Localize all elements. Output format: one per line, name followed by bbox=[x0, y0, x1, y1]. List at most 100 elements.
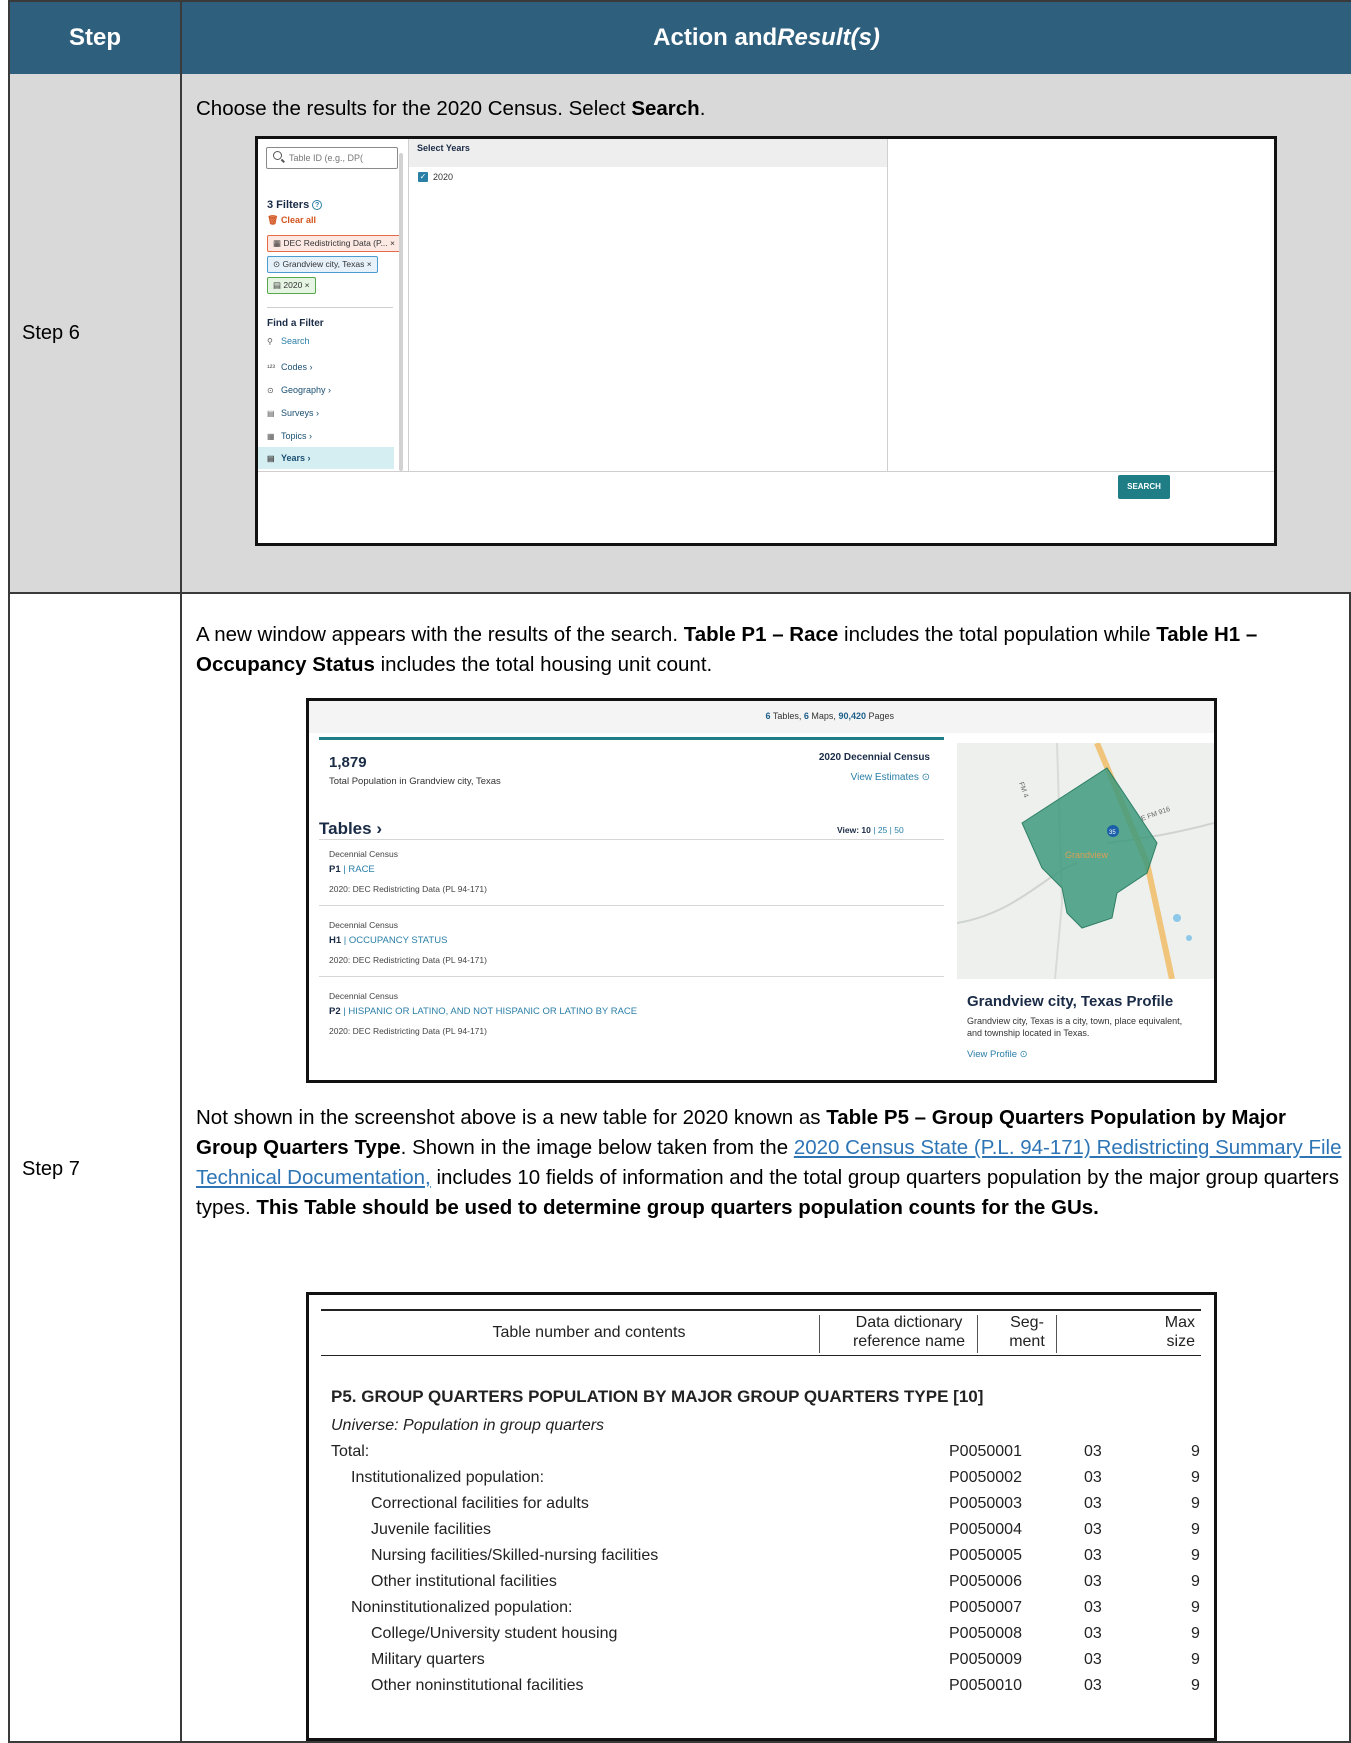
chip-geography-label: Grandview city, Texas × bbox=[282, 259, 372, 269]
year-2020-checkbox[interactable]: ✓ bbox=[418, 172, 428, 182]
result-record[interactable]: Decennial Census P2 | HISPANIC OR LATINO… bbox=[329, 991, 929, 1036]
result-record[interactable]: Decennial Census P1 | RACE 2020: DEC Red… bbox=[329, 849, 929, 894]
view-profile-link[interactable]: View Profile ⊙ bbox=[967, 1049, 1028, 1060]
row-label: College/University student housing bbox=[371, 1625, 618, 1642]
record-name: OCCUPANCY STATUS bbox=[348, 935, 448, 946]
view-50[interactable]: 50 bbox=[894, 825, 903, 835]
nav-codes[interactable]: ¹²³ Codes › bbox=[267, 362, 313, 372]
profile-card: Grandview city, Texas Profile Grandview … bbox=[957, 979, 1214, 1080]
geography-map[interactable]: 35 Grandview FM 4 E FM 916 bbox=[957, 743, 1214, 979]
row-max-size: 9 bbox=[1191, 1651, 1200, 1668]
record-title[interactable]: P1 | RACE bbox=[329, 864, 929, 875]
col-max-size: Max size bbox=[1069, 1313, 1199, 1351]
row-reference: P0050004 bbox=[949, 1521, 1022, 1538]
table-id-search-input[interactable]: Table ID (e.g., DP( bbox=[266, 147, 398, 169]
nav-surveys[interactable]: ▤ Surveys › bbox=[267, 408, 319, 418]
filter-sidebar: Table ID (e.g., DP( 3 Filters? 🗑 Clear a… bbox=[258, 139, 408, 511]
step7-paragraph-1: A new window appears with the results of… bbox=[196, 620, 1346, 680]
row-segment: 03 bbox=[1084, 1677, 1102, 1694]
row-reference: P0050002 bbox=[949, 1469, 1022, 1486]
step6-text: Choose the results for the 2020 Census. … bbox=[196, 94, 1346, 124]
chip-year[interactable]: ▤ 2020 × bbox=[267, 277, 316, 294]
step6-text-bold: Search bbox=[631, 97, 700, 120]
row-label: Other noninstitutional facilities bbox=[371, 1677, 584, 1694]
population-card: 1,879 Total Population in Grandview city… bbox=[319, 737, 944, 791]
view-10[interactable]: 10 bbox=[861, 825, 870, 835]
divider bbox=[267, 307, 393, 308]
row-reference: P0050006 bbox=[949, 1573, 1022, 1590]
row-max-size: 9 bbox=[1191, 1547, 1200, 1564]
survey-icon: ▤ bbox=[267, 409, 275, 418]
nav-years[interactable]: ▤ Years › bbox=[267, 453, 311, 463]
screenshot-table-p5: Table number and contents Data dictionar… bbox=[306, 1292, 1217, 1741]
chip-dataset[interactable]: ▦ DEC Redistricting Data (P... × bbox=[267, 235, 401, 252]
step6-text-a: Choose the results for the 2020 Census. … bbox=[196, 97, 632, 120]
col-max-size-a: Max bbox=[1164, 1314, 1195, 1331]
view-25[interactable]: 25 bbox=[878, 825, 887, 835]
row-label: Total: bbox=[331, 1443, 370, 1460]
p1-a: A new window appears with the results of… bbox=[196, 623, 684, 646]
table-row: Other institutional facilities P0050006 03… bbox=[309, 1573, 1214, 1599]
row-segment: 03 bbox=[1084, 1651, 1102, 1668]
row-label: Military quarters bbox=[371, 1651, 485, 1668]
row-reference: P0050009 bbox=[949, 1651, 1022, 1668]
nav-geography-label: Geography › bbox=[281, 385, 332, 395]
clear-all-text: Clear all bbox=[280, 215, 316, 225]
row-label: Other institutional facilities bbox=[371, 1573, 557, 1590]
step7-label: Step 7 bbox=[10, 594, 182, 1743]
maps-text: Maps, bbox=[808, 711, 839, 721]
p2-c: . Shown in the image below taken from th… bbox=[400, 1136, 794, 1159]
search-button[interactable]: SEARCH bbox=[1118, 475, 1170, 499]
col-segment-b: ment bbox=[1009, 1333, 1045, 1350]
result-record[interactable]: Decennial Census H1 | OCCUPANCY STATUS 2… bbox=[329, 920, 929, 965]
record-source: Decennial Census bbox=[329, 920, 398, 930]
road-label-fm4: FM 4 bbox=[1017, 781, 1029, 798]
view-count-selector: View: 10 | 25 | 50 bbox=[837, 825, 904, 835]
record-title[interactable]: P2 | HISPANIC OR LATINO, AND NOT HISPANI… bbox=[329, 1006, 929, 1017]
search-icon: ⚲ bbox=[267, 337, 273, 346]
census-label: 2020 Decennial Census bbox=[818, 752, 930, 763]
screenshot-search-results: 6 Tables, 6 Maps, 90,420 Pages 1,879 Tot… bbox=[306, 698, 1217, 1083]
record-dataset: 2020: DEC Redistricting Data (PL 94-171) bbox=[329, 955, 487, 965]
chip-year-label: 2020 × bbox=[283, 280, 310, 290]
table-row: Nursing facilities/Skilled-nursing facil… bbox=[309, 1547, 1214, 1573]
sidebar-scrollbar[interactable] bbox=[399, 153, 403, 471]
help-icon[interactable]: ? bbox=[312, 200, 323, 211]
highway-label: 35 bbox=[1109, 830, 1116, 836]
col-segment: Seg-ment bbox=[997, 1313, 1057, 1351]
nav-codes-label: Codes › bbox=[281, 362, 313, 372]
view-estimates-text: View Estimates bbox=[850, 772, 919, 783]
nav-surveys-label: Surveys › bbox=[281, 408, 320, 418]
table-row: Total: P0050001 03 9 bbox=[309, 1443, 1214, 1469]
instructions-table: Step Action and Result(s) Step 6 Choose … bbox=[8, 0, 1351, 1743]
chevron-circle-icon: ⊙ bbox=[1019, 1049, 1028, 1060]
table-title: P5. GROUP QUARTERS POPULATION BY MAJOR G… bbox=[331, 1387, 984, 1406]
rule bbox=[321, 1355, 1201, 1356]
tables-heading[interactable]: Tables › bbox=[319, 819, 382, 839]
step7-paragraph-2: Not shown in the screenshot above is a n… bbox=[196, 1103, 1346, 1223]
col-max-size-b: size bbox=[1166, 1333, 1195, 1350]
clear-all-link[interactable]: 🗑 Clear all bbox=[267, 215, 316, 226]
table-row: Correctional facilities for adults P00500… bbox=[309, 1495, 1214, 1521]
divider bbox=[319, 839, 944, 840]
select-years-heading: Select Years bbox=[409, 139, 887, 167]
nav-geography[interactable]: ⊙ Geography › bbox=[267, 385, 331, 395]
find-filter-heading: Find a Filter bbox=[267, 318, 324, 329]
population-value: 1,879 bbox=[329, 754, 367, 771]
rule bbox=[321, 1309, 1201, 1311]
header-result-text: Result(s) bbox=[777, 24, 880, 51]
search-filter-link[interactable]: ⚲ Search bbox=[267, 336, 310, 346]
record-title[interactable]: H1 | OCCUPANCY STATUS bbox=[329, 935, 929, 946]
chip-geography[interactable]: ⊙ Grandview city, Texas × bbox=[267, 256, 378, 273]
row-separator bbox=[10, 592, 1351, 594]
column-divider bbox=[977, 1315, 978, 1353]
view-estimates-link[interactable]: View Estimates ⊙ bbox=[851, 772, 930, 783]
filters-title-text: 3 Filters bbox=[267, 199, 310, 211]
nav-topics[interactable]: ▦ Topics › bbox=[267, 431, 312, 441]
footer-divider bbox=[258, 471, 1274, 472]
row-max-size: 9 bbox=[1191, 1625, 1200, 1642]
divider bbox=[319, 905, 944, 906]
row-reference: P0050010 bbox=[949, 1677, 1022, 1694]
col-segment-a: Seg- bbox=[1010, 1314, 1044, 1331]
view-profile-text: View Profile bbox=[967, 1049, 1017, 1060]
